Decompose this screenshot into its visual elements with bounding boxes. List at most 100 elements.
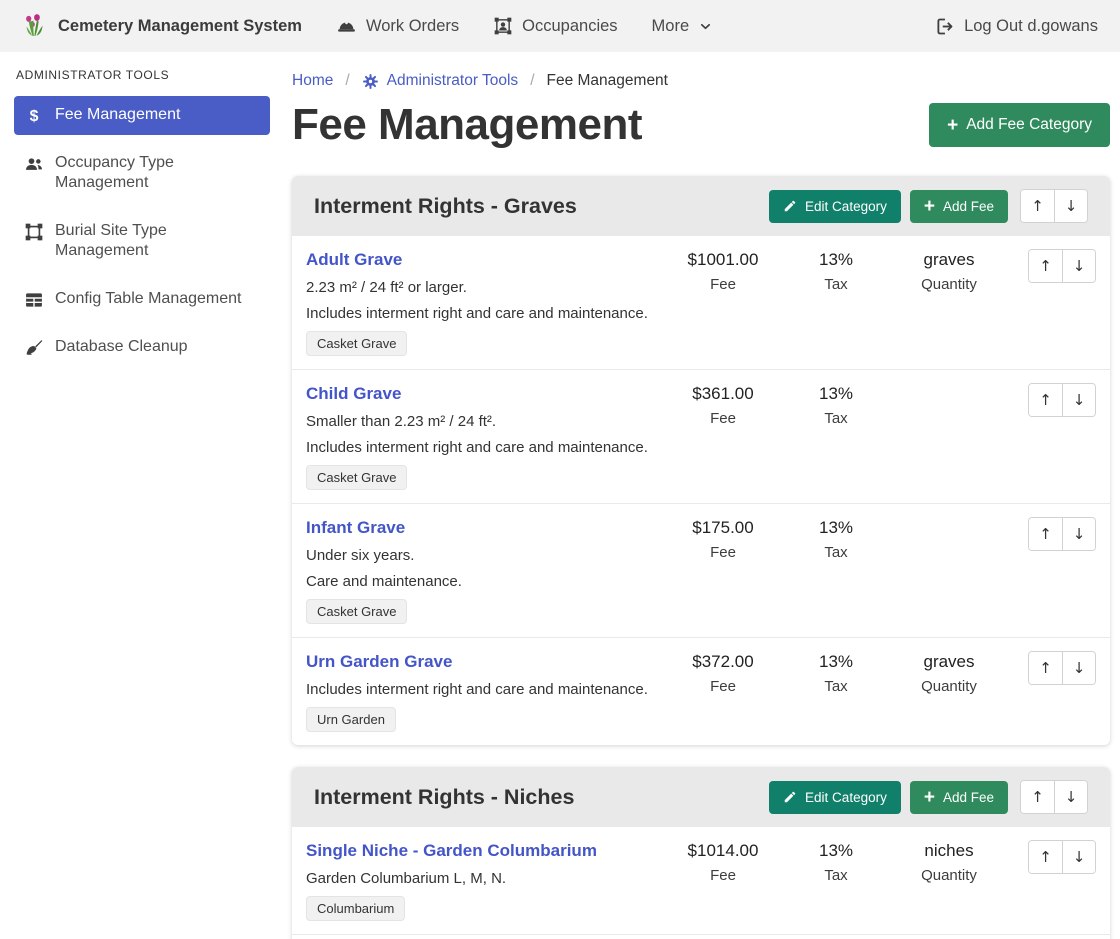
fee-description: Includes interment right and care and ma… (306, 439, 662, 456)
fee-tax-label: Tax (784, 410, 888, 427)
fee-name-link[interactable]: Adult Grave (306, 250, 402, 270)
gear-icon (362, 73, 379, 90)
top-navbar: Cemetery Management System Work Orders O… (0, 0, 1120, 52)
nav-more-dropdown[interactable]: More (652, 17, 714, 36)
fee-amount: $372.00 (662, 652, 784, 672)
fee-tax-label: Tax (784, 276, 888, 293)
fee-tax-column: 13% Tax (784, 249, 888, 293)
fee-tag-badge: Urn Garden (306, 707, 396, 732)
add-fee-label: Add Fee (943, 199, 994, 214)
move-fee-down-button[interactable]: ↓ (1062, 384, 1095, 416)
fee-name-link[interactable]: Single Niche - Garden Columbarium (306, 841, 597, 861)
fee-tax-column: 13% Tax (784, 383, 888, 427)
breadcrumb: Home / Administrator Tools / Fee Managem… (292, 72, 1110, 90)
fee-reorder-group: ↑ ↓ (1028, 249, 1096, 283)
sidebar-list: Fee Management Occupancy Type Management… (14, 96, 270, 367)
edit-category-label: Edit Category (805, 199, 887, 214)
fee-descriptions: Garden Columbarium L, M, N. (306, 870, 662, 887)
fee-tags: Casket Grave (306, 331, 662, 356)
fee-tax: 13% (784, 841, 888, 861)
move-fee-up-button[interactable]: ↑ (1029, 841, 1062, 873)
fee-amount: $1014.00 (662, 841, 784, 861)
category-title: Interment Rights - Graves (314, 194, 760, 219)
fee-name-link[interactable]: Child Grave (306, 384, 401, 404)
fee-details: Urn Garden Grave Includes interment righ… (306, 651, 662, 732)
fee-name-link[interactable]: Urn Garden Grave (306, 652, 452, 672)
fee-quantity-label: Quantity (888, 276, 1010, 293)
broom-icon (24, 338, 44, 358)
fee-category-card: Interment Rights - Niches Edit Category … (292, 767, 1110, 939)
move-fee-down-button[interactable]: ↓ (1062, 518, 1095, 550)
move-category-up-button[interactable]: ↑ (1021, 781, 1054, 813)
add-fee-button[interactable]: + Add Fee (910, 781, 1008, 814)
fee-amount-label: Fee (662, 867, 784, 884)
move-category-down-button[interactable]: ↓ (1054, 190, 1087, 222)
sidebar-item[interactable]: Config Table Management (14, 280, 270, 319)
nav-work-orders[interactable]: Work Orders (336, 16, 459, 37)
fee-amount-label: Fee (662, 410, 784, 427)
plus-icon: + (924, 788, 935, 807)
sidebar-item[interactable]: Occupancy Type Management (14, 144, 270, 203)
breadcrumb-current: Fee Management (547, 72, 669, 90)
fee-tax-label: Tax (784, 678, 888, 695)
sidebar-item[interactable]: Database Cleanup (14, 328, 270, 367)
fee-amount: $1001.00 (662, 250, 784, 270)
category-reorder-group: ↑ ↓ (1020, 189, 1088, 223)
fee-descriptions: Includes interment right and care and ma… (306, 681, 662, 698)
move-fee-down-button[interactable]: ↓ (1062, 250, 1095, 282)
add-fee-category-button[interactable]: + Add Fee Category (929, 103, 1110, 147)
app-brand[interactable]: Cemetery Management System (22, 13, 302, 39)
fee-tags: Columbarium (306, 896, 662, 921)
fee-name-link[interactable]: Infant Grave (306, 518, 405, 538)
sidebar-item-label: Fee Management (55, 105, 180, 125)
admin-tools-sidebar: ADMINISTRATOR TOOLS Fee Management Occup… (0, 52, 280, 939)
nav-occupancies[interactable]: Occupancies (493, 16, 617, 36)
move-fee-up-button[interactable]: ↑ (1029, 384, 1062, 416)
fee-details: Child Grave Smaller than 2.23 m² / 24 ft… (306, 383, 662, 490)
add-fee-label: Add Fee (943, 790, 994, 805)
fee-amount-label: Fee (662, 678, 784, 695)
fee-description: Under six years. (306, 547, 662, 564)
sidebar-item[interactable]: Burial Site Type Management (14, 212, 270, 271)
fee-quantity: niches (888, 841, 1010, 861)
move-fee-up-button[interactable]: ↑ (1029, 518, 1062, 550)
fee-description: Includes interment right and care and ma… (306, 305, 662, 322)
logout-link[interactable]: Log Out d.gowans (934, 16, 1098, 37)
fee-category-card: Interment Rights - Graves Edit Category … (292, 176, 1110, 745)
chevron-down-icon (698, 19, 713, 34)
vector-square-icon (24, 222, 44, 242)
edit-category-button[interactable]: Edit Category (769, 781, 901, 814)
fee-description: Includes interment right and care and ma… (306, 681, 662, 698)
move-category-up-button[interactable]: ↑ (1021, 190, 1054, 222)
category-body: Single Niche - Garden Columbarium Garden… (292, 827, 1110, 939)
fee-quantity: graves (888, 250, 1010, 270)
move-fee-down-button[interactable]: ↓ (1062, 841, 1095, 873)
fee-amount-column: $361.00 Fee (662, 383, 784, 427)
plus-icon: + (924, 197, 935, 216)
fee-amount-column: $175.00 Fee (662, 517, 784, 561)
sidebar-item[interactable]: Fee Management (14, 96, 270, 135)
move-fee-up-button[interactable]: ↑ (1029, 652, 1062, 684)
fee-tax-column: 13% Tax (784, 517, 888, 561)
sidebar-item-label: Burial Site Type Management (55, 221, 260, 262)
move-fee-down-button[interactable]: ↓ (1062, 652, 1095, 684)
fee-reorder-group: ↑ ↓ (1028, 517, 1096, 551)
breadcrumb-admin-tools-link[interactable]: Administrator Tools (362, 72, 519, 90)
move-category-down-button[interactable]: ↓ (1054, 781, 1087, 813)
fee-tax: 13% (784, 652, 888, 672)
add-fee-category-label: Add Fee Category (966, 116, 1092, 134)
logout-icon (934, 16, 955, 37)
edit-category-button[interactable]: Edit Category (769, 190, 901, 223)
add-fee-button[interactable]: + Add Fee (910, 190, 1008, 223)
breadcrumb-separator: / (530, 72, 534, 90)
move-fee-up-button[interactable]: ↑ (1029, 250, 1062, 282)
fee-description: Care and maintenance. (306, 573, 662, 590)
fee-amount: $175.00 (662, 518, 784, 538)
breadcrumb-home-link[interactable]: Home (292, 72, 333, 90)
fee-quantity: graves (888, 652, 1010, 672)
fee-quantity-column: graves Quantity (888, 249, 1010, 293)
sidebar-heading: ADMINISTRATOR TOOLS (16, 68, 270, 82)
fee-tag-badge: Casket Grave (306, 465, 407, 490)
fee-details: Infant Grave Under six years. Care and ma… (306, 517, 662, 624)
category-title: Interment Rights - Niches (314, 785, 760, 810)
